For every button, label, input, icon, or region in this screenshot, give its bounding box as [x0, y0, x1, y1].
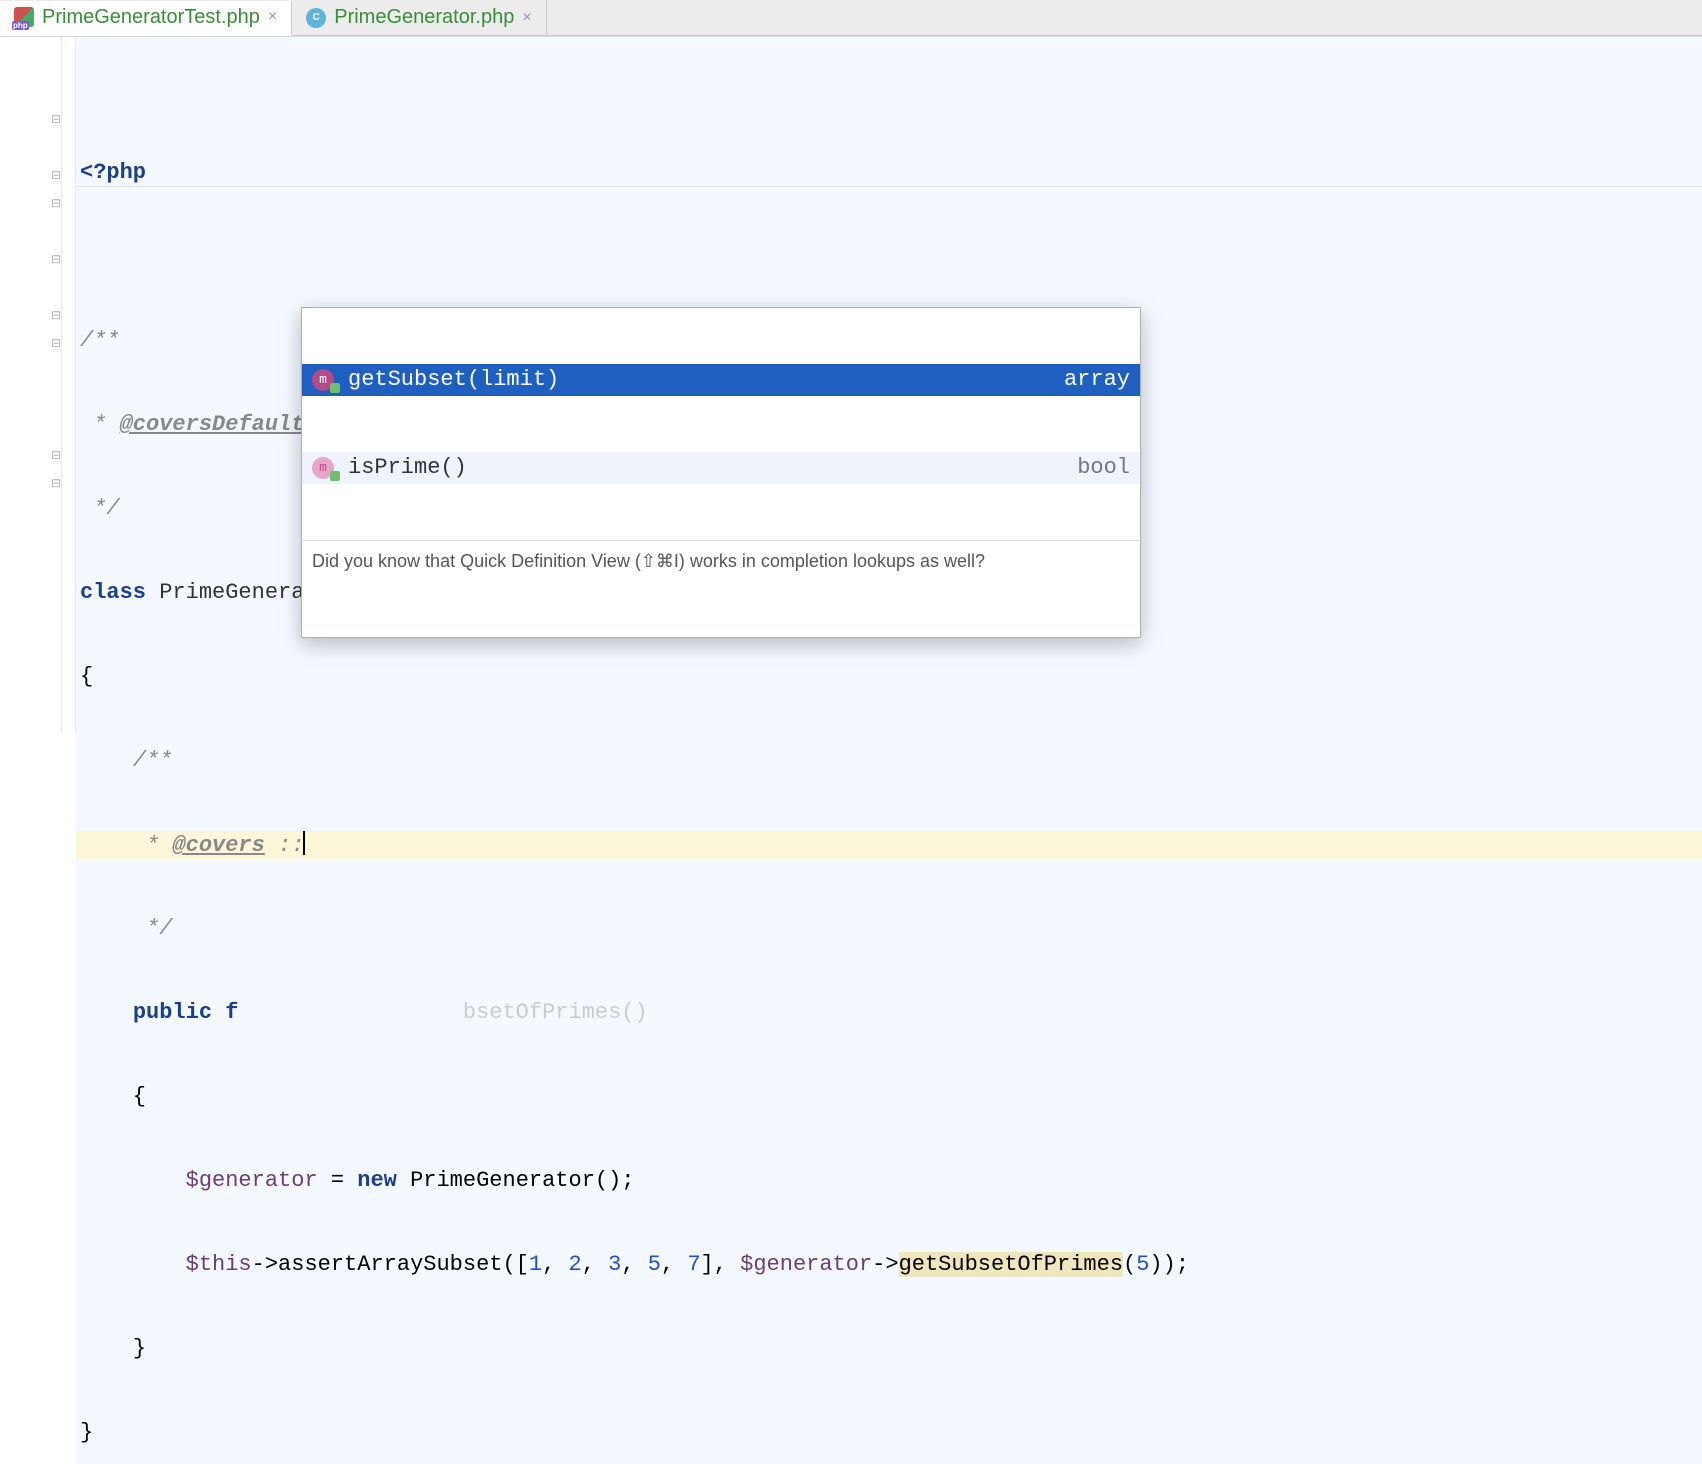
- constructor-call: PrimeGenerator();: [397, 1168, 635, 1193]
- number-literal: 1: [529, 1252, 542, 1277]
- brace-close: }: [80, 1420, 93, 1445]
- gutter-marks: [62, 37, 76, 732]
- fold-end-icon[interactable]: ⊟: [50, 309, 62, 321]
- number-literal: 7: [687, 1252, 700, 1277]
- editor: ⊟ ⊟ ⊟ ⊟ ⊟ ⊟ ⊟ ⊟ <?php /** * @coversDefau…: [0, 36, 1702, 732]
- completion-hint: Did you know that Quick Definition View …: [302, 540, 1140, 581]
- fold-toggle-icon[interactable]: ⊟: [50, 197, 62, 209]
- keyword-public: public: [133, 1000, 212, 1025]
- number-literal: 5: [648, 1252, 661, 1277]
- completion-item-isprime[interactable]: m isPrime() bool: [302, 452, 1140, 484]
- number-literal: 5: [1136, 1252, 1149, 1277]
- php-test-file-icon: [14, 7, 34, 27]
- variable-generator: $generator: [740, 1252, 872, 1277]
- completion-popup: m getSubset(limit) array m isPrime() boo…: [301, 307, 1141, 638]
- fold-end-icon[interactable]: ⊟: [50, 449, 62, 461]
- tab-prime-generator-test[interactable]: PrimeGeneratorTest.php ×: [0, 1, 292, 36]
- paren-open: (: [1123, 1252, 1136, 1277]
- completion-item-name: getSubset(limit): [348, 366, 559, 394]
- method-icon: m: [312, 369, 334, 391]
- caret: [303, 831, 305, 855]
- completion-item-name: isPrime(): [348, 454, 467, 482]
- code-area[interactable]: <?php /** * @coversDefaultClass PrimeGen…: [76, 37, 1702, 732]
- bracket-close-comma: ],: [701, 1252, 741, 1277]
- arrow-op: ->: [872, 1252, 898, 1277]
- keyword-new: new: [357, 1168, 397, 1193]
- paren-bracket: ([: [502, 1252, 528, 1277]
- keyword-function-partial: f: [225, 1000, 238, 1025]
- number-literal: 3: [608, 1252, 621, 1277]
- tab-label: PrimeGenerator.php: [334, 6, 514, 29]
- method-icon: m: [312, 457, 334, 479]
- paren-close: ));: [1149, 1252, 1189, 1277]
- close-icon[interactable]: ×: [522, 9, 531, 27]
- docblock-close: */: [80, 496, 120, 521]
- completion-return-type: bool: [1077, 454, 1130, 482]
- variable-generator: $generator: [186, 1168, 318, 1193]
- docblock-line: *: [80, 412, 120, 437]
- brace-close: }: [133, 1336, 146, 1361]
- fold-toggle-icon[interactable]: ⊟: [50, 253, 62, 265]
- docblock-open: /**: [80, 328, 120, 353]
- keyword-class: class: [80, 580, 146, 605]
- number-literal: 2: [569, 1252, 582, 1277]
- annotation-scope: [265, 833, 278, 858]
- covers-annotation: @covers: [172, 833, 264, 858]
- close-icon[interactable]: ×: [268, 8, 277, 26]
- completion-item-getsubset[interactable]: m getSubset(limit) array: [302, 364, 1140, 396]
- method-call-highlighted: getSubsetOfPrimes: [899, 1252, 1123, 1277]
- php-open-tag: <?php: [80, 160, 146, 185]
- brace-open: {: [80, 664, 93, 689]
- docblock-open: /**: [133, 748, 173, 773]
- gutter[interactable]: ⊟ ⊟ ⊟ ⊟ ⊟ ⊟ ⊟ ⊟: [0, 37, 62, 732]
- tab-label: PrimeGeneratorTest.php: [42, 6, 260, 29]
- fold-end-icon[interactable]: ⊟: [50, 477, 62, 489]
- tab-prime-generator[interactable]: C PrimeGenerator.php ×: [292, 0, 546, 35]
- completion-return-type: array: [1064, 366, 1130, 394]
- assert-method: assertArraySubset: [278, 1252, 502, 1277]
- variable-this: $this: [186, 1252, 252, 1277]
- fold-toggle-icon[interactable]: ⊟: [50, 113, 62, 125]
- php-class-file-icon: C: [306, 8, 326, 28]
- assign-op: =: [318, 1168, 358, 1193]
- arrow-op: ->: [252, 1252, 278, 1277]
- tab-bar: PrimeGeneratorTest.php × C PrimeGenerato…: [0, 0, 1702, 36]
- docblock-star: *: [146, 833, 172, 858]
- fold-toggle-icon[interactable]: ⊟: [50, 337, 62, 349]
- ghost-text: bsetOfPrimes(): [238, 1000, 647, 1025]
- docblock-close: */: [133, 916, 173, 941]
- fold-end-icon[interactable]: ⊟: [50, 169, 62, 181]
- scope-colons: ::: [278, 833, 304, 858]
